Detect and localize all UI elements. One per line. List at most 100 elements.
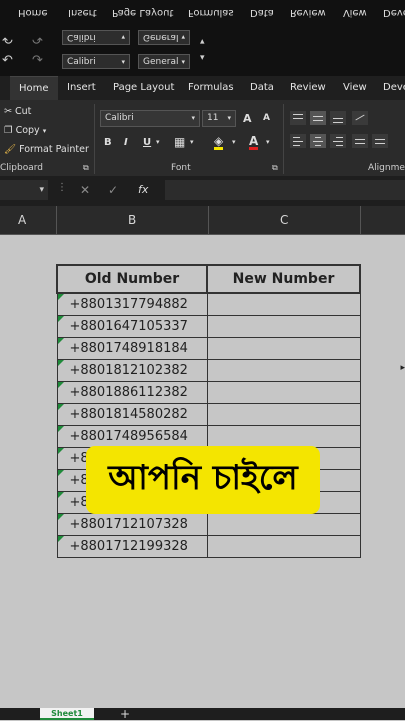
column-divider bbox=[208, 206, 209, 234]
new-number-cell[interactable] bbox=[206, 403, 361, 426]
alignment-group-label: Alignmer bbox=[368, 163, 405, 173]
clipboard-group-label: Clipboard bbox=[0, 163, 43, 173]
tab-home[interactable]: Home bbox=[10, 76, 58, 101]
old-number-cell[interactable]: +8801647105337 bbox=[56, 315, 208, 338]
old-number-cell[interactable]: +8801712199328 bbox=[56, 535, 208, 558]
table-row: +8801748918184 bbox=[56, 337, 361, 360]
orientation-icon[interactable] bbox=[352, 111, 368, 125]
function-icon[interactable]: fx bbox=[138, 183, 148, 196]
chevron-down-icon: ▾ bbox=[190, 138, 194, 146]
fill-color-icon[interactable]: ◈ bbox=[214, 135, 224, 150]
middle-align-icon[interactable] bbox=[310, 111, 326, 125]
column-header-b[interactable]: B bbox=[128, 213, 136, 227]
dialog-launcher-icon[interactable]: ⧉ bbox=[83, 163, 89, 173]
align-center-icon[interactable] bbox=[310, 134, 326, 148]
enter-check-icon[interactable]: ✓ bbox=[108, 183, 118, 197]
table-row: +8801712107328 bbox=[56, 513, 361, 536]
chevron-down-icon: ▾ bbox=[266, 138, 270, 146]
undo-icon-2: ↶ bbox=[2, 53, 13, 68]
table-header-row: Old Number New Number bbox=[56, 264, 361, 294]
new-number-cell[interactable] bbox=[206, 535, 361, 558]
error-indicator-icon bbox=[57, 448, 64, 454]
add-sheet-button[interactable]: + bbox=[120, 707, 130, 721]
old-number-cell[interactable]: +8801712107328 bbox=[56, 513, 208, 536]
bold-button[interactable]: B bbox=[104, 137, 112, 148]
dialog-launcher-icon[interactable]: ⧉ bbox=[272, 163, 278, 173]
align-left-icon[interactable] bbox=[290, 134, 306, 148]
old-number-cell[interactable]: +8801812102382 bbox=[56, 359, 208, 382]
copy-button[interactable]: ❐ Copy ▾ bbox=[4, 125, 46, 136]
borders-icon[interactable]: ▦ bbox=[174, 135, 185, 149]
old-number-cell[interactable]: +8801317794882 bbox=[56, 292, 208, 316]
error-indicator-icon bbox=[57, 426, 64, 432]
mirrored-tab-data: Data bbox=[250, 7, 274, 18]
tab-formulas[interactable]: Formulas bbox=[188, 82, 234, 93]
column-divider bbox=[56, 206, 57, 234]
column-header-c[interactable]: C bbox=[280, 213, 288, 227]
font-color-button[interactable]: A bbox=[249, 135, 259, 150]
tab-data[interactable]: Data bbox=[250, 82, 274, 93]
cut-button[interactable]: ✂ Cut bbox=[4, 106, 31, 117]
more-options-icon[interactable]: ⋮ bbox=[57, 182, 67, 193]
column-headers: A B C bbox=[0, 206, 405, 235]
bottom-align-icon[interactable] bbox=[330, 111, 346, 125]
chevron-down-icon: ▾ bbox=[39, 185, 44, 195]
old-number-cell[interactable]: +8801748918184 bbox=[56, 337, 208, 360]
new-number-cell[interactable] bbox=[206, 315, 361, 338]
error-indicator-icon bbox=[57, 382, 64, 388]
formula-bar: ▾ ⋮ ✕ ✓ fx bbox=[0, 176, 405, 206]
table-row: +8801886112382 bbox=[56, 381, 361, 404]
group-divider bbox=[94, 104, 95, 174]
shrink-font-button[interactable]: A bbox=[263, 113, 270, 123]
tab-page-layout[interactable]: Page Layout bbox=[113, 82, 174, 93]
error-indicator-icon bbox=[57, 536, 64, 542]
new-number-cell[interactable] bbox=[206, 513, 361, 536]
tab-deve[interactable]: Deve bbox=[383, 82, 405, 93]
old-number-cell[interactable]: +8801748956584 bbox=[56, 425, 208, 448]
tab-view[interactable]: View bbox=[343, 82, 367, 93]
new-number-cell[interactable] bbox=[206, 337, 361, 360]
mirrored-tab-page-layout: Page Layout bbox=[112, 7, 174, 18]
clipboard-group: ✂ Cut ❐ Copy ▾ 🖌 Format Painter Clipboar… bbox=[0, 100, 95, 176]
cancel-icon[interactable]: ✕ bbox=[80, 183, 90, 197]
tab-review[interactable]: Review bbox=[290, 82, 326, 93]
new-number-cell[interactable] bbox=[206, 425, 361, 448]
old-number-header[interactable]: Old Number bbox=[56, 264, 208, 294]
new-number-header[interactable]: New Number bbox=[206, 264, 361, 294]
column-header-a[interactable]: A bbox=[18, 213, 26, 227]
overlay-caption-banner: আপনি চাইলে bbox=[86, 446, 320, 514]
sheet-tab-sheet1[interactable]: Sheet1 bbox=[40, 708, 94, 720]
mirrored-row-1: ↶ ↷ Calibri ▾ General ▾ ▾ bbox=[0, 26, 405, 48]
mirrored-arrow-icon: ▾ bbox=[200, 36, 205, 46]
sheet-tab-bar: Sheet1 + bbox=[0, 707, 405, 721]
old-number-cell[interactable]: +8801814580282 bbox=[56, 403, 208, 426]
old-number-cell[interactable]: +8801886112382 bbox=[56, 381, 208, 404]
italic-button[interactable]: I bbox=[124, 137, 128, 148]
new-number-cell[interactable] bbox=[206, 359, 361, 382]
decrease-indent-icon[interactable] bbox=[352, 134, 368, 148]
align-right-icon[interactable] bbox=[330, 134, 346, 148]
tab-insert[interactable]: Insert bbox=[67, 82, 96, 93]
overlay-caption-text: আপনি চাইলে bbox=[108, 457, 298, 498]
table-row: +8801712199328 bbox=[56, 535, 361, 558]
scroll-indicator-icon: ▸ bbox=[400, 363, 405, 373]
new-number-cell[interactable] bbox=[206, 381, 361, 404]
name-box[interactable]: ▾ bbox=[0, 180, 48, 200]
mirrored-row-2: ↶ ↷ Calibri ▾ General ▾ ▾ bbox=[0, 51, 405, 73]
formula-input[interactable] bbox=[165, 180, 405, 200]
font-name-dropdown[interactable]: Calibri ▾ bbox=[100, 110, 200, 127]
error-indicator-icon bbox=[57, 294, 64, 300]
mirrored-tab-strip: Home Insert Page Layout Formulas Data Re… bbox=[0, 0, 405, 22]
mirrored-tab-formulas: Formulas bbox=[188, 7, 234, 18]
chevron-down-icon: ▾ bbox=[232, 138, 236, 146]
error-indicator-icon bbox=[57, 338, 64, 344]
chevron-down-icon: ▾ bbox=[42, 127, 47, 135]
top-align-icon[interactable] bbox=[290, 111, 306, 125]
new-number-cell[interactable] bbox=[206, 292, 361, 316]
ribbon-home: ✂ Cut ❐ Copy ▾ 🖌 Format Painter Clipboar… bbox=[0, 100, 405, 176]
format-painter-button[interactable]: 🖌 Format Painter bbox=[4, 144, 89, 155]
underline-button[interactable]: U bbox=[143, 137, 151, 148]
grow-font-button[interactable]: A bbox=[243, 112, 252, 125]
increase-indent-icon[interactable] bbox=[372, 134, 388, 148]
font-size-dropdown[interactable]: 11 ▾ bbox=[202, 110, 236, 127]
